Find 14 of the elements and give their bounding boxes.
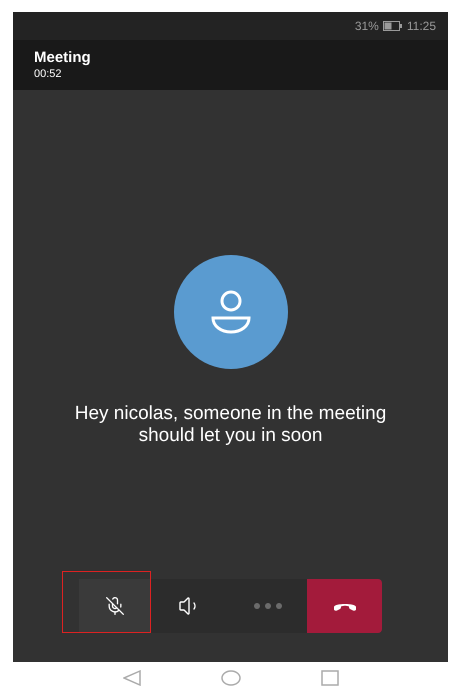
battery-icon [382, 21, 403, 31]
hang-up-icon [334, 602, 356, 610]
meeting-title: Meeting [34, 48, 92, 68]
waiting-message: Hey nicolas, someone in the meeting should let you in soon [74, 403, 388, 447]
recents-icon[interactable] [320, 670, 338, 686]
more-icon [254, 603, 282, 609]
mic-button[interactable] [79, 579, 151, 633]
clock-time: 11:25 [406, 18, 436, 35]
hangup-button[interactable] [307, 579, 382, 633]
battery-percent: 31% [354, 18, 379, 35]
home-icon[interactable] [220, 670, 240, 686]
back-icon[interactable] [122, 670, 140, 686]
speaker-button[interactable] [151, 579, 229, 633]
meeting-duration: 00:52 [34, 68, 63, 82]
